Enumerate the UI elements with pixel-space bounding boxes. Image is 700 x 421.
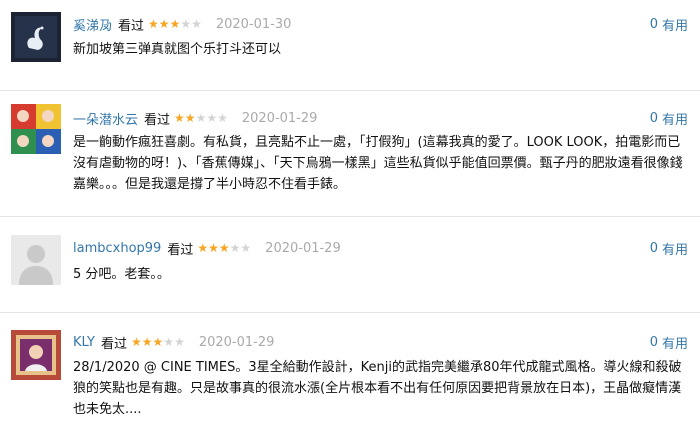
review-date: 2020-01-29: [265, 240, 341, 256]
rating-stars: ★★★★★: [197, 241, 252, 255]
useful-vote[interactable]: 0 有用: [650, 14, 688, 34]
review-date: 2020-01-29: [241, 110, 318, 126]
rating-stars: ★★★★★: [174, 111, 228, 125]
review-header: 奚涕夃 看过 ★★★★★ 2020-01-30: [73, 14, 291, 34]
review-text: 5 分吧。老套。。: [73, 267, 170, 282]
photo-avatar-image: [11, 330, 61, 380]
default-avatar-icon: [11, 235, 61, 285]
rating-stars: ★★★★★: [148, 17, 202, 31]
collage-avatar-image: [11, 104, 61, 154]
useful-vote[interactable]: 0 有用: [650, 238, 688, 258]
review-date: 2020-01-30: [215, 16, 292, 32]
review-date: 2020-01-29: [198, 334, 275, 350]
avatar[interactable]: [11, 330, 61, 380]
vote-count: 0: [649, 334, 658, 350]
review-header: 一朵潜水云 看过 ★★★★★ 2020-01-29: [73, 108, 317, 128]
review-item: lambcxhop99 看过 ★★★★★ 2020-01-29 0 有用 5 分…: [0, 217, 700, 312]
review-item: 奚涕夃 看过 ★★★★★ 2020-01-30 0 有用 新加坡第三弹真就图个乐…: [0, 0, 700, 90]
review-header: KLY 看过 ★★★★★ 2020-01-29: [73, 332, 274, 352]
useful-button[interactable]: 有用: [662, 15, 688, 34]
watch-status: 看过: [100, 336, 127, 352]
review-item: KLY 看过 ★★★★★ 2020-01-29 0 有用 28/1/2020 @…: [0, 313, 700, 421]
useful-button[interactable]: 有用: [662, 239, 688, 258]
avatar[interactable]: [11, 104, 61, 154]
watch-status: 看过: [167, 242, 194, 258]
useful-vote[interactable]: 0 有用: [650, 108, 688, 128]
username-link[interactable]: 奚涕夃: [73, 15, 112, 34]
username-link[interactable]: KLY: [73, 335, 95, 350]
vote-count: 0: [649, 16, 658, 32]
swan-avatar-image: [11, 12, 61, 62]
useful-button[interactable]: 有用: [662, 333, 688, 352]
vote-count: 0: [649, 110, 658, 126]
useful-button[interactable]: 有用: [662, 109, 688, 128]
review-text: 新加坡第三弹真就图个乐打斗还可以: [73, 42, 282, 57]
review-item: 一朵潜水云 看过 ★★★★★ 2020-01-29 0 有用 是一齣動作瘋狂喜劇…: [0, 91, 700, 216]
username-link[interactable]: 一朵潜水云: [73, 109, 138, 128]
watch-status: 看过: [118, 18, 145, 34]
review-text: 28/1/2020 @ CINE TIMES。3星全給動作設計，Kenji的武指…: [73, 360, 682, 417]
username-link[interactable]: lambcxhop99: [73, 241, 161, 256]
watch-status: 看过: [144, 112, 171, 128]
review-text: 是一齣動作瘋狂喜劇。有私貨，且亮點不止一處，「打假狗」(這幕我真的愛了。LOOK…: [73, 135, 683, 192]
avatar[interactable]: [11, 12, 61, 62]
review-header: lambcxhop99 看过 ★★★★★ 2020-01-29: [73, 238, 341, 258]
rating-stars: ★★★★★: [131, 335, 185, 349]
vote-count: 0: [649, 240, 658, 256]
avatar[interactable]: [11, 235, 61, 285]
useful-vote[interactable]: 0 有用: [650, 332, 688, 352]
